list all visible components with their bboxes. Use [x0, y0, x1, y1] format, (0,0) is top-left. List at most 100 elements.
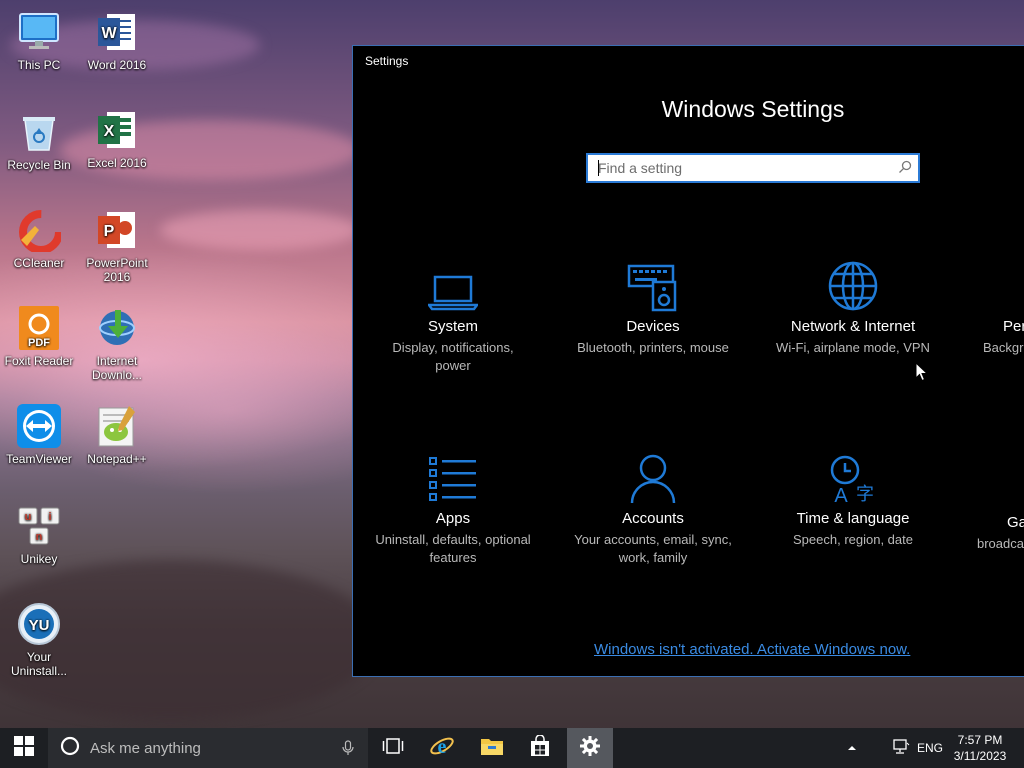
svg-text:A: A: [834, 485, 848, 504]
taskbar-file-explorer[interactable]: [468, 728, 516, 768]
category-name: System: [427, 318, 478, 335]
ccleaner-icon: [17, 208, 63, 254]
desktop-icon-label: Unikey: [20, 552, 58, 566]
input-language-indicator[interactable]: ENG: [914, 728, 946, 768]
category-personalization[interactable]: Per Backgro: [963, 256, 1024, 357]
window-title: Settings: [365, 54, 409, 68]
network-status-button[interactable]: [888, 728, 914, 768]
taskbar-settings-active[interactable]: [567, 728, 613, 768]
cortana-search-input[interactable]: [88, 738, 322, 758]
store-bag-icon: [529, 733, 551, 762]
category-description: Backgro: [983, 340, 1024, 355]
category-name: Per: [1003, 318, 1024, 335]
notepad-plus-plus-icon: [95, 404, 139, 448]
desktop-icon-idm[interactable]: Internet Downlo...: [78, 306, 156, 382]
desktop-icon-label: TeamViewer: [6, 452, 72, 466]
search-icon[interactable]: [898, 160, 912, 179]
desktop-icon-teamviewer[interactable]: TeamViewer: [0, 404, 78, 466]
wallpaper-cloud: [160, 210, 360, 250]
desktop-icon-powerpoint[interactable]: P PowerPoint 2016: [78, 208, 156, 284]
desktop-icon-unikey[interactable]: u in Unikey: [0, 504, 78, 566]
chevron-up-icon: [847, 741, 857, 755]
foxit-pdf-icon: PDF: [17, 306, 61, 350]
category-name: Ga: [1007, 514, 1024, 531]
desktop-icon-foxit[interactable]: PDF Foxit Reader: [0, 306, 78, 368]
desktop-icon-ccleaner[interactable]: CCleaner: [0, 208, 78, 270]
category-description: Display, notifications, power: [392, 340, 514, 373]
taskbar-store[interactable]: [516, 728, 564, 768]
apps-list-icon: [363, 448, 543, 504]
svg-text:PDF: PDF: [28, 337, 50, 349]
desktop-icon-label: Notepad++: [87, 452, 147, 466]
gear-icon: [579, 735, 601, 762]
desktop-icon-recycle-bin[interactable]: Recycle Bin: [0, 110, 78, 172]
category-name: Devices: [626, 318, 680, 335]
powerpoint-icon: P: [95, 208, 139, 252]
category-apps[interactable]: Apps Uninstall, defaults, optional featu…: [363, 448, 543, 567]
gaming-icon: [963, 448, 1024, 504]
category-description: broadca: [977, 536, 1024, 551]
task-view-button[interactable]: [370, 728, 416, 768]
your-uninstaller-icon: YU: [17, 602, 61, 646]
microphone-icon[interactable]: [342, 740, 354, 761]
category-system[interactable]: System Display, notifications, power: [363, 256, 543, 375]
category-description: Speech, region, date: [793, 532, 913, 547]
recycle-bin-icon: [17, 110, 61, 154]
desktop-icon-your-uninstaller[interactable]: YU Your Uninstall...: [0, 602, 78, 678]
excel-icon: X: [95, 108, 139, 152]
mouse-cursor-icon: [915, 361, 929, 387]
category-name: Accounts: [622, 510, 684, 527]
desktop-icon-label: Recycle Bin: [7, 158, 71, 172]
page-title: Windows Settings: [661, 96, 845, 122]
svg-text:W: W: [101, 25, 117, 42]
desktop-icon-excel[interactable]: X Excel 2016: [78, 108, 156, 170]
clock[interactable]: 7:57 PM 3/11/2023: [946, 732, 1014, 764]
svg-text:e: e: [438, 736, 447, 758]
desktop-icon-label: Foxit Reader: [4, 354, 74, 368]
network-wired-icon: [892, 738, 910, 758]
category-description: Wi-Fi, airplane mode, VPN: [776, 340, 930, 355]
laptop-icon: [363, 256, 543, 312]
svg-text:n: n: [36, 531, 43, 543]
time-language-icon: A字: [763, 448, 943, 504]
task-view-icon: [382, 737, 404, 759]
svg-text:YU: YU: [29, 617, 50, 634]
category-devices[interactable]: Devices Bluetooth, printers, mouse: [563, 256, 743, 357]
unikey-icon: u in: [17, 504, 61, 548]
settings-window: Settings Windows Settings System Display…: [352, 45, 1024, 677]
personalization-icon: [963, 256, 1024, 312]
taskbar-internet-explorer[interactable]: e: [418, 728, 466, 768]
category-gaming[interactable]: Ga broadca: [963, 448, 1024, 553]
desktop-icon-this-pc[interactable]: This PC: [0, 10, 78, 72]
desktop-icon-label: Your Uninstall...: [10, 650, 68, 678]
globe-icon: [763, 256, 943, 312]
clock-time: 7:57 PM: [957, 733, 1003, 747]
text-caret: [598, 160, 599, 176]
desktop-icon-word[interactable]: W Word 2016: [78, 10, 156, 72]
category-network-internet[interactable]: Network & Internet Wi-Fi, airplane mode,…: [763, 256, 943, 357]
teamviewer-icon: [17, 404, 61, 448]
show-hidden-icons-button[interactable]: [840, 728, 864, 768]
desktop-icon-label: Excel 2016: [87, 156, 147, 170]
category-accounts[interactable]: Accounts Your accounts, email, sync, wor…: [563, 448, 743, 567]
clock-date: 3/11/2023: [953, 749, 1007, 763]
monitor-icon: [17, 10, 61, 54]
desktop-icon-notepad-plus-plus[interactable]: Notepad++: [78, 404, 156, 466]
category-time-language[interactable]: A字 Time & language Speech, region, date: [763, 448, 943, 549]
devices-icon: [563, 256, 743, 312]
windows-logo-icon: [14, 735, 34, 761]
internet-explorer-icon: e: [429, 733, 455, 764]
person-icon: [563, 448, 743, 504]
taskbar: e ENG 7:57 PM 3/11/2023: [0, 728, 1024, 768]
svg-text:u: u: [25, 511, 32, 523]
svg-text:字: 字: [856, 484, 874, 504]
category-name: Network & Internet: [790, 318, 916, 335]
start-button[interactable]: [0, 728, 48, 768]
svg-text:P: P: [104, 223, 115, 240]
search-input[interactable]: [588, 155, 888, 181]
cortana-search-box[interactable]: [48, 728, 368, 768]
activate-windows-link[interactable]: Windows isn't activated. Activate Window…: [594, 641, 910, 658]
desktop-icon-label: Internet Downlo...: [91, 354, 143, 382]
desktop-icon-label: Word 2016: [87, 58, 147, 72]
find-setting-search-box[interactable]: [586, 153, 920, 183]
